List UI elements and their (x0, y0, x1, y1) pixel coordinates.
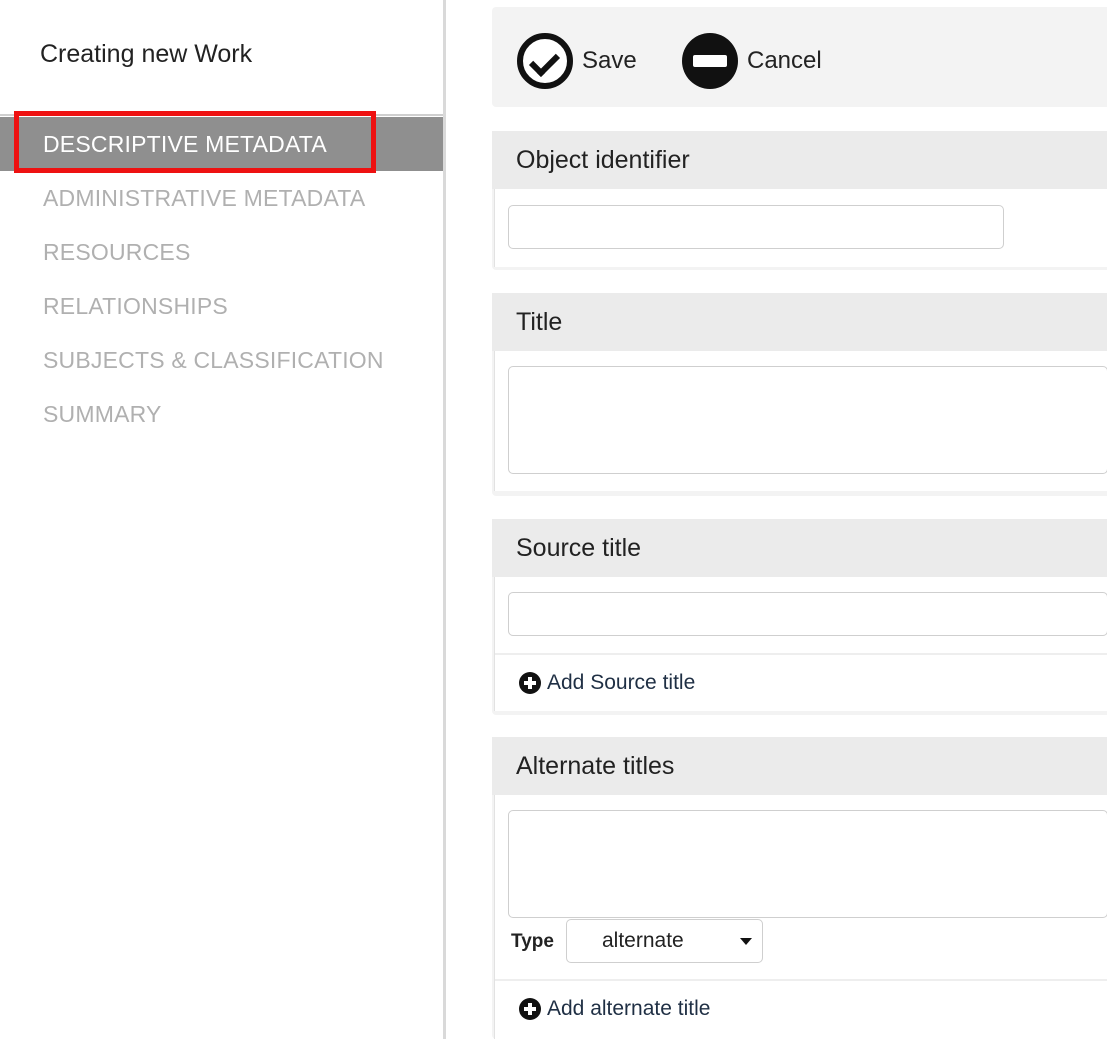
source-title-input[interactable] (508, 592, 1107, 636)
panel-title: Alternate titles (492, 737, 1107, 795)
divider (495, 979, 1107, 981)
type-select-value: alternate (602, 929, 684, 952)
title-textarea[interactable] (508, 366, 1107, 474)
plus-circle-icon (519, 672, 541, 694)
sidebar-nav: DESCRIPTIVE METADATA ADMINISTRATIVE META… (0, 117, 443, 441)
divider (0, 114, 443, 116)
add-source-title-link[interactable]: Add Source title (519, 671, 695, 695)
chevron-down-icon (740, 938, 752, 945)
sidebar-item-descriptive-metadata[interactable]: DESCRIPTIVE METADATA (0, 117, 443, 171)
check-circle-icon (517, 33, 573, 89)
page-title: Creating new Work (40, 40, 253, 68)
main-content: Save Cancel Object identifier Title Sour… (492, 0, 1107, 1039)
source-title-panel: Source title Add Source title (492, 519, 1107, 715)
object-identifier-input[interactable] (508, 205, 1004, 249)
add-alternate-title-link[interactable]: Add alternate title (519, 997, 710, 1021)
panel-title: Object identifier (492, 131, 1107, 189)
type-select[interactable]: alternate (566, 919, 763, 963)
alternate-titles-panel: Alternate titles Type alternate Add alte… (492, 737, 1107, 1039)
cancel-label: Cancel (747, 47, 822, 74)
sidebar: Creating new Work DESCRIPTIVE METADATA A… (0, 0, 446, 1039)
sidebar-item-summary[interactable]: SUMMARY (0, 387, 443, 441)
sidebar-item-administrative-metadata[interactable]: ADMINISTRATIVE METADATA (0, 171, 443, 225)
object-identifier-panel: Object identifier (492, 131, 1107, 270)
panel-title: Title (492, 293, 1107, 351)
panel-title: Source title (492, 519, 1107, 577)
type-label: Type (511, 931, 554, 952)
sidebar-item-resources[interactable]: RESOURCES (0, 225, 443, 279)
add-source-title-label: Add Source title (547, 671, 696, 694)
minus-circle-icon (682, 33, 738, 89)
sidebar-item-relationships[interactable]: RELATIONSHIPS (0, 279, 443, 333)
save-button[interactable]: Save (517, 33, 637, 89)
title-panel: Title (492, 293, 1107, 496)
cancel-button[interactable]: Cancel (682, 33, 822, 89)
plus-circle-icon (519, 998, 541, 1020)
sidebar-item-subjects-classification[interactable]: SUBJECTS & CLASSIFICATION (0, 333, 443, 387)
add-alternate-title-label: Add alternate title (547, 997, 711, 1020)
save-label: Save (582, 47, 637, 74)
toolbar: Save Cancel (492, 7, 1107, 107)
divider (495, 653, 1107, 655)
alternate-title-textarea[interactable] (508, 810, 1107, 918)
